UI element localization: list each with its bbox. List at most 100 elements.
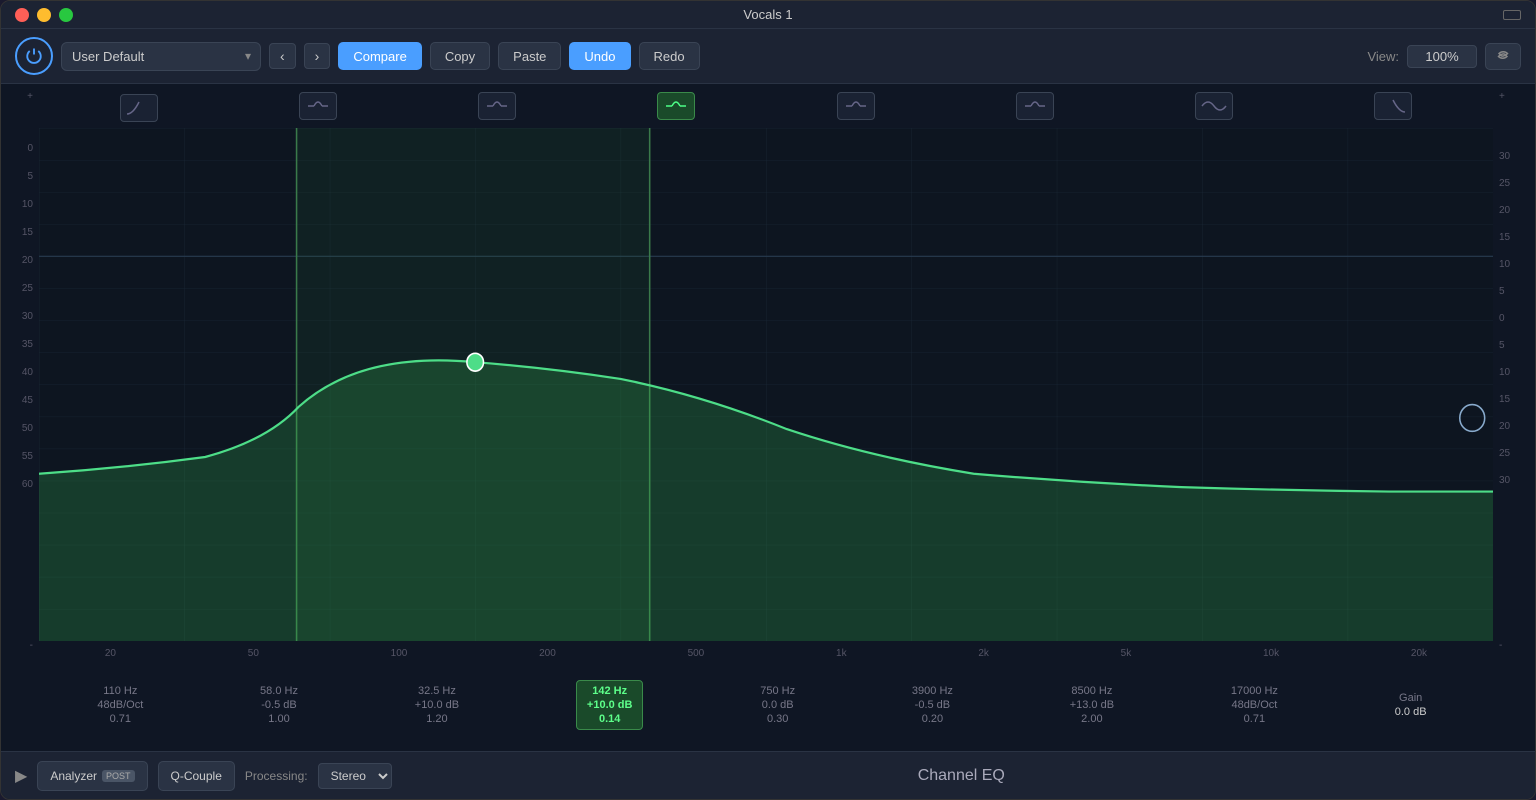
band-5-info: 750 Hz 0.0 dB 0.30 bbox=[760, 685, 795, 725]
view-value[interactable]: 100% bbox=[1407, 45, 1477, 68]
preset-select[interactable]: User Default bbox=[61, 42, 261, 71]
right-axis-20b: 20 bbox=[1499, 422, 1510, 432]
freq-5k: 5k bbox=[1121, 648, 1132, 659]
toolbar: User Default ▾ ‹ › Compare Copy Paste Un… bbox=[1, 29, 1535, 84]
band-6-button[interactable] bbox=[1016, 92, 1054, 120]
band-4-param1: +10.0 dB bbox=[587, 699, 633, 711]
band-4-button[interactable] bbox=[657, 92, 695, 120]
q-couple-button[interactable]: Q-Couple bbox=[158, 761, 235, 791]
copy-button[interactable]: Copy bbox=[430, 42, 490, 70]
band-7-info: 8500 Hz +13.0 dB 2.00 bbox=[1070, 685, 1114, 725]
close-button[interactable] bbox=[15, 8, 29, 22]
hp-filter-icon bbox=[125, 98, 153, 118]
right-axis-plus: + bbox=[1499, 92, 1505, 102]
right-axis-30b: 30 bbox=[1499, 476, 1510, 486]
bell-filter-icon-6 bbox=[1021, 96, 1049, 116]
band-7-button[interactable] bbox=[1195, 92, 1233, 120]
left-axis-0: 0 bbox=[27, 144, 33, 154]
band-8-param2: 0.71 bbox=[1244, 713, 1265, 725]
post-badge: POST bbox=[102, 770, 135, 782]
link-button[interactable] bbox=[1485, 43, 1521, 70]
band-6-param2: 0.20 bbox=[922, 713, 943, 725]
band-6-param1: -0.5 dB bbox=[915, 699, 950, 711]
main-window: Vocals 1 User Default ▾ ‹ › Compare Copy… bbox=[0, 0, 1536, 800]
title-bar: Vocals 1 bbox=[1, 1, 1535, 29]
right-axis-15b: 15 bbox=[1499, 395, 1510, 405]
processing-select[interactable]: Stereo bbox=[318, 763, 392, 789]
band-1-param2: 0.71 bbox=[110, 713, 131, 725]
band-2-button[interactable] bbox=[299, 92, 337, 120]
left-axis-25: 25 bbox=[22, 284, 33, 294]
left-axis-5: 5 bbox=[27, 172, 33, 182]
band-1-freq: 110 Hz bbox=[103, 685, 137, 697]
left-axis-10: 10 bbox=[22, 200, 33, 210]
link-icon bbox=[1494, 48, 1512, 62]
band-3-info: 32.5 Hz +10.0 dB 1.20 bbox=[415, 685, 459, 725]
power-button[interactable] bbox=[15, 37, 53, 75]
right-axis-20: 20 bbox=[1499, 206, 1510, 216]
right-axis-0: 0 bbox=[1499, 314, 1505, 324]
power-icon bbox=[25, 47, 43, 65]
nav-back-button[interactable]: ‹ bbox=[269, 43, 296, 69]
band-8-button[interactable] bbox=[1374, 92, 1412, 120]
channel-eq-title: Channel EQ bbox=[402, 767, 1521, 785]
play-button[interactable]: ▶ bbox=[15, 766, 27, 786]
eq-grid[interactable] bbox=[39, 128, 1493, 641]
left-axis-60: 60 bbox=[22, 480, 33, 490]
band-3-button[interactable] bbox=[478, 92, 516, 120]
lp-filter-icon bbox=[1379, 96, 1407, 116]
maximize-button[interactable] bbox=[59, 8, 73, 22]
band-8-freq: 17000 Hz bbox=[1231, 685, 1278, 697]
window-title: Vocals 1 bbox=[743, 7, 792, 22]
bell-filter-icon-5 bbox=[842, 96, 870, 116]
band-4-param2: 0.14 bbox=[599, 713, 620, 725]
band-2-param1: -0.5 dB bbox=[261, 699, 296, 711]
freq-10k: 10k bbox=[1263, 648, 1279, 659]
right-axis-15: 15 bbox=[1499, 233, 1510, 243]
right-axis-5b: 5 bbox=[1499, 341, 1505, 351]
right-axis-25b: 25 bbox=[1499, 449, 1510, 459]
undo-button[interactable]: Undo bbox=[569, 42, 630, 70]
freq-100: 100 bbox=[391, 648, 408, 659]
freq-500: 500 bbox=[688, 648, 705, 659]
freq-labels: 20 50 100 200 500 1k 2k 5k 10k 20k bbox=[39, 643, 1493, 663]
band-5-param2: 0.30 bbox=[767, 713, 788, 725]
freq-20k: 20k bbox=[1411, 648, 1427, 659]
bell-filter-icon-2 bbox=[304, 96, 332, 116]
left-axis: + 0 5 10 15 20 25 30 35 40 45 50 55 60 - bbox=[1, 84, 39, 751]
band-2-info: 58.0 Hz -0.5 dB 1.00 bbox=[260, 685, 298, 725]
view-label: View: bbox=[1367, 49, 1399, 64]
band-info-row: 110 Hz 48dB/Oct 0.71 58.0 Hz -0.5 dB 1.0… bbox=[39, 663, 1493, 747]
band-4-freq: 142 Hz bbox=[592, 685, 627, 697]
minimize-button[interactable] bbox=[37, 8, 51, 22]
gain-value: 0.0 dB bbox=[1395, 706, 1427, 718]
band-8-info: 17000 Hz 48dB/Oct 0.71 bbox=[1231, 685, 1278, 725]
band-4-info: 142 Hz +10.0 dB 0.14 bbox=[576, 680, 644, 730]
bottom-bar: ▶ Analyzer POST Q-Couple Processing: Ste… bbox=[1, 751, 1535, 799]
left-axis-35: 35 bbox=[22, 340, 33, 350]
gain-info: Gain 0.0 dB bbox=[1395, 692, 1427, 718]
left-axis-45: 45 bbox=[22, 396, 33, 406]
band-2-freq: 58.0 Hz bbox=[260, 685, 298, 697]
bell-filter-icon-3 bbox=[483, 96, 511, 116]
left-axis-plus: + bbox=[27, 92, 33, 102]
processing-label: Processing: bbox=[245, 769, 308, 783]
right-axis-minus: - bbox=[1499, 641, 1502, 651]
analyzer-button[interactable]: Analyzer POST bbox=[37, 761, 147, 791]
band-5-button[interactable] bbox=[837, 92, 875, 120]
band-8-param1: 48dB/Oct bbox=[1231, 699, 1277, 711]
nav-forward-button[interactable]: › bbox=[304, 43, 331, 69]
resize-handle[interactable] bbox=[1503, 10, 1521, 20]
band-3-param1: +10.0 dB bbox=[415, 699, 459, 711]
band-1-button[interactable] bbox=[120, 94, 158, 122]
paste-button[interactable]: Paste bbox=[498, 42, 561, 70]
freq-2k: 2k bbox=[978, 648, 989, 659]
compare-button[interactable]: Compare bbox=[338, 42, 421, 70]
band-3-param2: 1.20 bbox=[426, 713, 447, 725]
band-2-param2: 1.00 bbox=[268, 713, 289, 725]
redo-button[interactable]: Redo bbox=[639, 42, 700, 70]
band-5-param1: 0.0 dB bbox=[762, 699, 794, 711]
right-axis-10b: 10 bbox=[1499, 368, 1510, 378]
preset-selector[interactable]: User Default ▾ bbox=[61, 42, 261, 71]
eq-main: 20 50 100 200 500 1k 2k 5k 10k 20k 110 H… bbox=[39, 84, 1493, 751]
